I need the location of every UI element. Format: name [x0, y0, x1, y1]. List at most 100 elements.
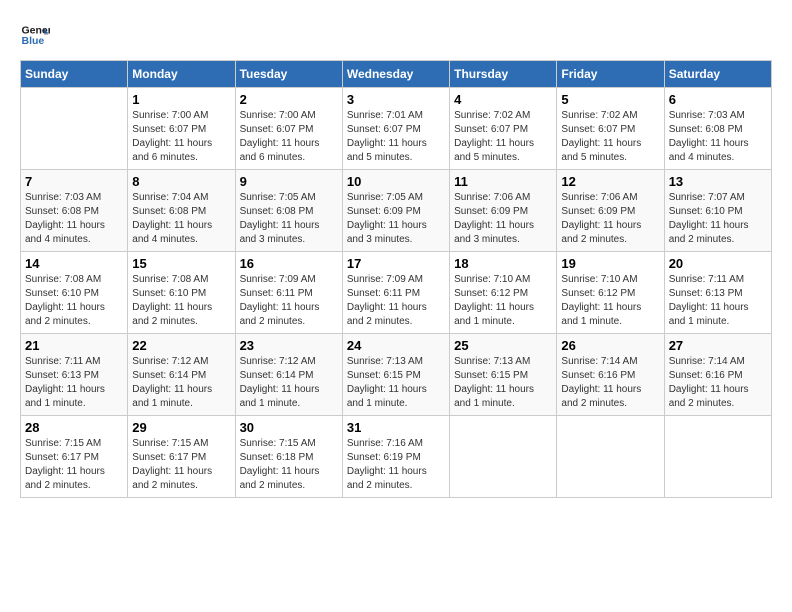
- week-row-2: 14 Sunrise: 7:08 AMSunset: 6:10 PMDayligh…: [21, 252, 772, 334]
- day-info: Sunrise: 7:09 AMSunset: 6:11 PMDaylight:…: [240, 273, 338, 329]
- day-info: Sunrise: 7:12 AMSunset: 6:14 PMDaylight:…: [240, 355, 338, 411]
- calendar-cell: 17 Sunrise: 7:09 AMSunset: 6:11 PMDayligh…: [342, 252, 449, 334]
- day-info: Sunrise: 7:11 AMSunset: 6:13 PMDaylight:…: [669, 273, 767, 329]
- header-saturday: Saturday: [664, 61, 771, 88]
- day-number: 21: [25, 338, 123, 353]
- day-number: 25: [454, 338, 552, 353]
- week-row-4: 28 Sunrise: 7:15 AMSunset: 6:17 PMDayligh…: [21, 416, 772, 498]
- calendar-cell: [21, 88, 128, 170]
- day-number: 5: [561, 92, 659, 107]
- day-number: 20: [669, 256, 767, 271]
- day-info: Sunrise: 7:13 AMSunset: 6:15 PMDaylight:…: [347, 355, 445, 411]
- day-number: 17: [347, 256, 445, 271]
- day-info: Sunrise: 7:01 AMSunset: 6:07 PMDaylight:…: [347, 109, 445, 165]
- day-number: 28: [25, 420, 123, 435]
- calendar-cell: 28 Sunrise: 7:15 AMSunset: 6:17 PMDayligh…: [21, 416, 128, 498]
- day-info: Sunrise: 7:15 AMSunset: 6:17 PMDaylight:…: [132, 437, 230, 493]
- calendar-cell: 1 Sunrise: 7:00 AMSunset: 6:07 PMDaylight…: [128, 88, 235, 170]
- day-number: 10: [347, 174, 445, 189]
- day-info: Sunrise: 7:03 AMSunset: 6:08 PMDaylight:…: [669, 109, 767, 165]
- calendar-cell: 23Sunrise: 7:12 AMSunset: 6:14 PMDayligh…: [235, 334, 342, 416]
- calendar-cell: 2 Sunrise: 7:00 AMSunset: 6:07 PMDaylight…: [235, 88, 342, 170]
- calendar-cell: 14 Sunrise: 7:08 AMSunset: 6:10 PMDayligh…: [21, 252, 128, 334]
- calendar-cell: 22 Sunrise: 7:12 AMSunset: 6:14 PMDayligh…: [128, 334, 235, 416]
- day-info: Sunrise: 7:00 AMSunset: 6:07 PMDaylight:…: [132, 109, 230, 165]
- header-wednesday: Wednesday: [342, 61, 449, 88]
- calendar-cell: 12 Sunrise: 7:06 AMSunset: 6:09 PMDayligh…: [557, 170, 664, 252]
- day-info: Sunrise: 7:06 AMSunset: 6:09 PMDaylight:…: [561, 191, 659, 247]
- week-row-0: 1 Sunrise: 7:00 AMSunset: 6:07 PMDaylight…: [21, 88, 772, 170]
- day-number: 7: [25, 174, 123, 189]
- day-info: Sunrise: 7:10 AMSunset: 6:12 PMDaylight:…: [454, 273, 552, 329]
- day-info: Sunrise: 7:15 AMSunset: 6:17 PMDaylight:…: [25, 437, 123, 493]
- header-sunday: Sunday: [21, 61, 128, 88]
- day-info: Sunrise: 7:08 AMSunset: 6:10 PMDaylight:…: [25, 273, 123, 329]
- calendar-cell: 19 Sunrise: 7:10 AMSunset: 6:12 PMDayligh…: [557, 252, 664, 334]
- day-info: Sunrise: 7:12 AMSunset: 6:14 PMDaylight:…: [132, 355, 230, 411]
- day-number: 14: [25, 256, 123, 271]
- day-number: 2: [240, 92, 338, 107]
- day-number: 6: [669, 92, 767, 107]
- day-info: Sunrise: 7:02 AMSunset: 6:07 PMDaylight:…: [454, 109, 552, 165]
- logo: General Blue: [20, 20, 50, 50]
- calendar-cell: 3 Sunrise: 7:01 AMSunset: 6:07 PMDaylight…: [342, 88, 449, 170]
- day-number: 26: [561, 338, 659, 353]
- calendar-cell: 24 Sunrise: 7:13 AMSunset: 6:15 PMDayligh…: [342, 334, 449, 416]
- calendar-cell: 21 Sunrise: 7:11 AMSunset: 6:13 PMDayligh…: [21, 334, 128, 416]
- day-number: 29: [132, 420, 230, 435]
- calendar-cell: 15Sunrise: 7:08 AMSunset: 6:10 PMDayligh…: [128, 252, 235, 334]
- calendar-cell: 29 Sunrise: 7:15 AMSunset: 6:17 PMDayligh…: [128, 416, 235, 498]
- calendar-cell: 30 Sunrise: 7:15 AMSunset: 6:18 PMDayligh…: [235, 416, 342, 498]
- day-info: Sunrise: 7:09 AMSunset: 6:11 PMDaylight:…: [347, 273, 445, 329]
- calendar-cell: 7Sunrise: 7:03 AMSunset: 6:08 PMDaylight…: [21, 170, 128, 252]
- day-number: 15: [132, 256, 230, 271]
- header-thursday: Thursday: [450, 61, 557, 88]
- day-number: 24: [347, 338, 445, 353]
- day-number: 22: [132, 338, 230, 353]
- calendar-cell: 11Sunrise: 7:06 AMSunset: 6:09 PMDayligh…: [450, 170, 557, 252]
- day-info: Sunrise: 7:05 AMSunset: 6:08 PMDaylight:…: [240, 191, 338, 247]
- calendar-cell: 13Sunrise: 7:07 AMSunset: 6:10 PMDayligh…: [664, 170, 771, 252]
- day-number: 16: [240, 256, 338, 271]
- day-info: Sunrise: 7:13 AMSunset: 6:15 PMDaylight:…: [454, 355, 552, 411]
- calendar-cell: 25 Sunrise: 7:13 AMSunset: 6:15 PMDayligh…: [450, 334, 557, 416]
- header: General Blue: [20, 20, 772, 50]
- calendar-cell: 20 Sunrise: 7:11 AMSunset: 6:13 PMDayligh…: [664, 252, 771, 334]
- calendar-cell: 5 Sunrise: 7:02 AMSunset: 6:07 PMDaylight…: [557, 88, 664, 170]
- day-number: 4: [454, 92, 552, 107]
- day-info: Sunrise: 7:10 AMSunset: 6:12 PMDaylight:…: [561, 273, 659, 329]
- day-number: 9: [240, 174, 338, 189]
- calendar-cell: 6 Sunrise: 7:03 AMSunset: 6:08 PMDaylight…: [664, 88, 771, 170]
- calendar-cell: [557, 416, 664, 498]
- day-info: Sunrise: 7:14 AMSunset: 6:16 PMDaylight:…: [561, 355, 659, 411]
- calendar-cell: 16 Sunrise: 7:09 AMSunset: 6:11 PMDayligh…: [235, 252, 342, 334]
- calendar-cell: 27Sunrise: 7:14 AMSunset: 6:16 PMDayligh…: [664, 334, 771, 416]
- calendar-cell: 31Sunrise: 7:16 AMSunset: 6:19 PMDayligh…: [342, 416, 449, 498]
- day-number: 8: [132, 174, 230, 189]
- day-number: 12: [561, 174, 659, 189]
- day-info: Sunrise: 7:05 AMSunset: 6:09 PMDaylight:…: [347, 191, 445, 247]
- day-info: Sunrise: 7:15 AMSunset: 6:18 PMDaylight:…: [240, 437, 338, 493]
- calendar-cell: 18 Sunrise: 7:10 AMSunset: 6:12 PMDayligh…: [450, 252, 557, 334]
- header-monday: Monday: [128, 61, 235, 88]
- day-number: 1: [132, 92, 230, 107]
- day-number: 31: [347, 420, 445, 435]
- day-number: 19: [561, 256, 659, 271]
- day-number: 3: [347, 92, 445, 107]
- day-info: Sunrise: 7:14 AMSunset: 6:16 PMDaylight:…: [669, 355, 767, 411]
- calendar-cell: 8Sunrise: 7:04 AMSunset: 6:08 PMDaylight…: [128, 170, 235, 252]
- day-info: Sunrise: 7:07 AMSunset: 6:10 PMDaylight:…: [669, 191, 767, 247]
- day-number: 30: [240, 420, 338, 435]
- header-friday: Friday: [557, 61, 664, 88]
- day-info: Sunrise: 7:06 AMSunset: 6:09 PMDaylight:…: [454, 191, 552, 247]
- day-info: Sunrise: 7:02 AMSunset: 6:07 PMDaylight:…: [561, 109, 659, 165]
- calendar-cell: 26 Sunrise: 7:14 AMSunset: 6:16 PMDayligh…: [557, 334, 664, 416]
- header-tuesday: Tuesday: [235, 61, 342, 88]
- calendar-cell: 4 Sunrise: 7:02 AMSunset: 6:07 PMDaylight…: [450, 88, 557, 170]
- day-info: Sunrise: 7:00 AMSunset: 6:07 PMDaylight:…: [240, 109, 338, 165]
- day-number: 18: [454, 256, 552, 271]
- calendar-table: SundayMondayTuesdayWednesdayThursdayFrid…: [20, 60, 772, 498]
- calendar-cell: [664, 416, 771, 498]
- day-info: Sunrise: 7:11 AMSunset: 6:13 PMDaylight:…: [25, 355, 123, 411]
- week-row-3: 21 Sunrise: 7:11 AMSunset: 6:13 PMDayligh…: [21, 334, 772, 416]
